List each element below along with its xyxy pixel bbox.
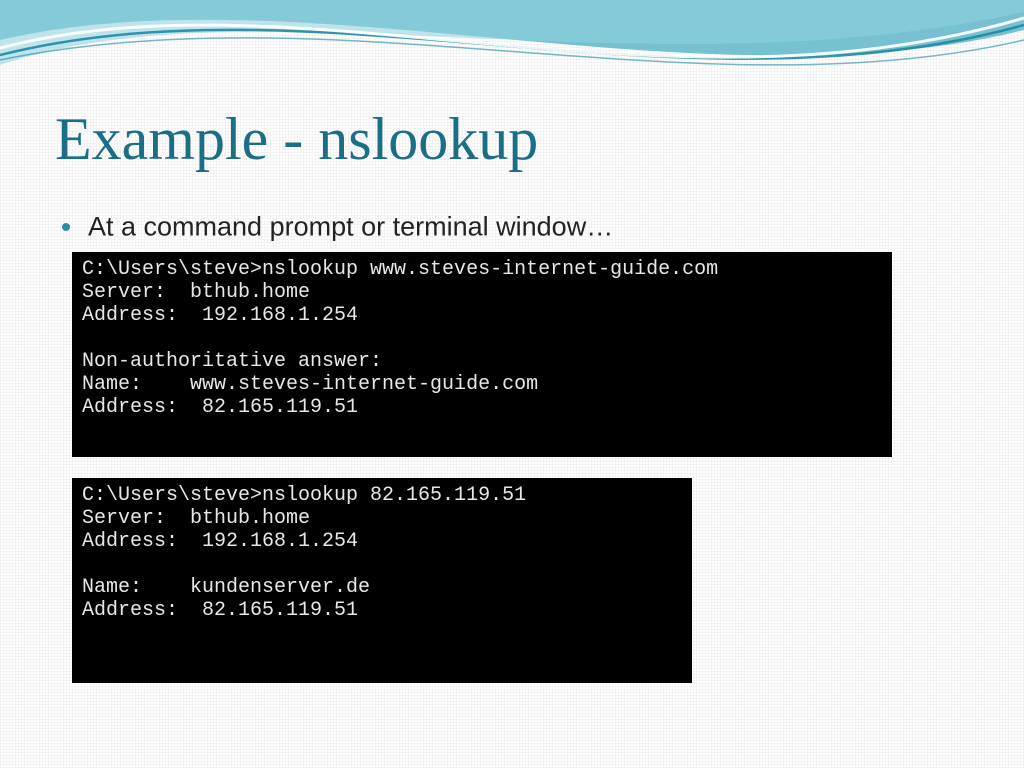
terminal-output-forward-lookup: C:\Users\steve>nslookup www.steves-inter… <box>72 252 892 457</box>
bullet-line: At a command prompt or terminal window… <box>62 210 613 242</box>
bullet-text: At a command prompt or terminal window… <box>88 211 613 241</box>
slide: Example - nslookup At a command prompt o… <box>0 0 1024 768</box>
slide-title: Example - nslookup <box>55 105 538 174</box>
terminal-output-reverse-lookup: C:\Users\steve>nslookup 82.165.119.51 Se… <box>72 478 692 683</box>
bullet-dot-icon <box>62 223 70 231</box>
